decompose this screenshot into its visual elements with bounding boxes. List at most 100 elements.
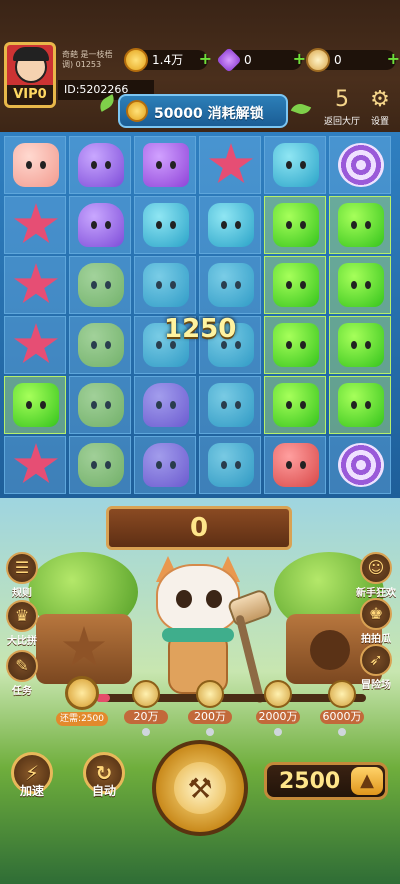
board-cell[interactable] bbox=[329, 196, 391, 254]
settings-button[interactable]: ⚙ 设置 bbox=[362, 86, 398, 127]
board-cell[interactable] bbox=[264, 316, 326, 374]
board-cell[interactable] bbox=[4, 316, 66, 374]
tile-eye bbox=[286, 461, 292, 469]
tile-eye bbox=[235, 221, 241, 229]
board-cell[interactable] bbox=[4, 136, 66, 194]
newbie-button[interactable]: ☺ 新手狂欢 bbox=[356, 552, 396, 599]
task-label: 任务 bbox=[12, 686, 32, 697]
board-cell[interactable] bbox=[4, 196, 66, 254]
board-cell[interactable] bbox=[264, 376, 326, 434]
bet-increase-button[interactable]: ▲ bbox=[351, 767, 383, 795]
milestone-label: 6000万 bbox=[320, 710, 364, 724]
smash-button[interactable]: ⚒ bbox=[152, 740, 248, 836]
board-cell[interactable] bbox=[69, 136, 131, 194]
board-cell[interactable] bbox=[264, 436, 326, 494]
milestone[interactable]: 20万 bbox=[124, 680, 168, 736]
bonus-chest[interactable]: 还需:2500 bbox=[56, 676, 108, 726]
board-cell[interactable] bbox=[199, 376, 261, 434]
tile-eye bbox=[235, 461, 241, 469]
board-cell[interactable] bbox=[69, 196, 131, 254]
board-cell[interactable] bbox=[199, 436, 261, 494]
tile-eye bbox=[91, 401, 97, 409]
cyan-tile bbox=[143, 203, 189, 247]
stump-hole[interactable] bbox=[310, 630, 350, 670]
board-cell[interactable] bbox=[264, 136, 326, 194]
board-cell[interactable] bbox=[199, 136, 261, 194]
pink-tile bbox=[13, 143, 59, 187]
tile-eye bbox=[365, 221, 371, 229]
green-tile bbox=[273, 383, 319, 427]
player-name: 奇葩 是一枝梧 调) 01253 bbox=[62, 50, 113, 70]
board-cell[interactable] bbox=[264, 196, 326, 254]
tile-eye bbox=[300, 281, 306, 289]
coin-pot-icon bbox=[196, 680, 224, 708]
tile-eye bbox=[40, 401, 46, 409]
board-cell[interactable] bbox=[134, 196, 196, 254]
task-button[interactable]: ✎ 任务 bbox=[2, 650, 42, 697]
adventure-icon: ➶ bbox=[360, 644, 392, 676]
purple-tile bbox=[78, 143, 124, 187]
unlock-banner-text: 50000 消耗解锁 bbox=[154, 106, 264, 122]
board-cell[interactable] bbox=[69, 376, 131, 434]
tile-eye bbox=[26, 401, 32, 409]
lobby-button[interactable]: 5 返回大厅 bbox=[324, 86, 360, 127]
avatar[interactable]: VIP0 bbox=[4, 42, 56, 108]
tile-eye bbox=[91, 281, 97, 289]
tile-eye bbox=[91, 341, 97, 349]
milestone-label: 200万 bbox=[188, 710, 232, 724]
tile-eye bbox=[300, 461, 306, 469]
board-cell[interactable] bbox=[134, 136, 196, 194]
board-cell[interactable] bbox=[329, 436, 391, 494]
purple-tile bbox=[78, 203, 124, 247]
board-cell[interactable] bbox=[134, 436, 196, 494]
contest-button[interactable]: ♛ 大比拼 bbox=[2, 600, 42, 647]
board-cell[interactable] bbox=[199, 256, 261, 314]
player-name-line2: 调) 01253 bbox=[62, 60, 102, 69]
board-cell[interactable] bbox=[4, 256, 66, 314]
milestone-dot bbox=[206, 728, 214, 736]
rules-button[interactable]: ☰ 规则 bbox=[2, 552, 42, 599]
unlock-banner[interactable]: 50000 消耗解锁 bbox=[118, 94, 288, 128]
speed-up-button[interactable]: ⚡ 加速 bbox=[6, 752, 58, 799]
tile-eye bbox=[221, 401, 227, 409]
board-cell[interactable] bbox=[264, 256, 326, 314]
board-cell[interactable] bbox=[134, 376, 196, 434]
add-token-button[interactable]: + bbox=[387, 49, 400, 69]
milestone[interactable]: 200万 bbox=[188, 680, 232, 736]
violet-tile bbox=[143, 143, 189, 187]
add-gem-button[interactable]: + bbox=[293, 49, 306, 69]
rules-icon: ☰ bbox=[6, 552, 38, 584]
cyan-tile bbox=[273, 143, 319, 187]
board-cell[interactable] bbox=[329, 316, 391, 374]
cyan-tile bbox=[208, 263, 254, 307]
board-cell[interactable] bbox=[69, 436, 131, 494]
board-cell[interactable] bbox=[329, 376, 391, 434]
auto-button[interactable]: ↻ 自动 bbox=[78, 752, 130, 799]
board-cell[interactable] bbox=[134, 256, 196, 314]
star-tile bbox=[208, 143, 254, 184]
top-bar: VIP0 奇葩 是一枝梧 调) 01253 ID:5202266 1.4万 + … bbox=[0, 0, 400, 132]
tile-eye bbox=[40, 161, 46, 169]
tile-eye bbox=[91, 221, 97, 229]
milestone[interactable]: 2000万 bbox=[256, 680, 300, 736]
green-tile bbox=[273, 203, 319, 247]
red-tile bbox=[273, 443, 319, 487]
auto-label: 自动 bbox=[91, 784, 116, 798]
board-cell[interactable] bbox=[329, 136, 391, 194]
tile-eye bbox=[221, 221, 227, 229]
board-cell[interactable] bbox=[69, 316, 131, 374]
board-cell[interactable] bbox=[4, 376, 66, 434]
green-tile bbox=[338, 263, 384, 307]
board-cell[interactable] bbox=[4, 436, 66, 494]
cat-eye bbox=[206, 590, 222, 608]
board-cell[interactable] bbox=[199, 196, 261, 254]
lime-tile bbox=[78, 443, 124, 487]
milestone[interactable]: 6000万 bbox=[320, 680, 364, 736]
pat-melon-button[interactable]: ♚ 拍拍瓜 bbox=[356, 598, 396, 645]
add-gold-button[interactable]: + bbox=[199, 49, 212, 69]
tile-eye bbox=[170, 161, 176, 169]
vip-level: VIP0 bbox=[7, 85, 53, 105]
board-cell[interactable] bbox=[69, 256, 131, 314]
board-cell[interactable] bbox=[329, 256, 391, 314]
tile-eye bbox=[221, 461, 227, 469]
